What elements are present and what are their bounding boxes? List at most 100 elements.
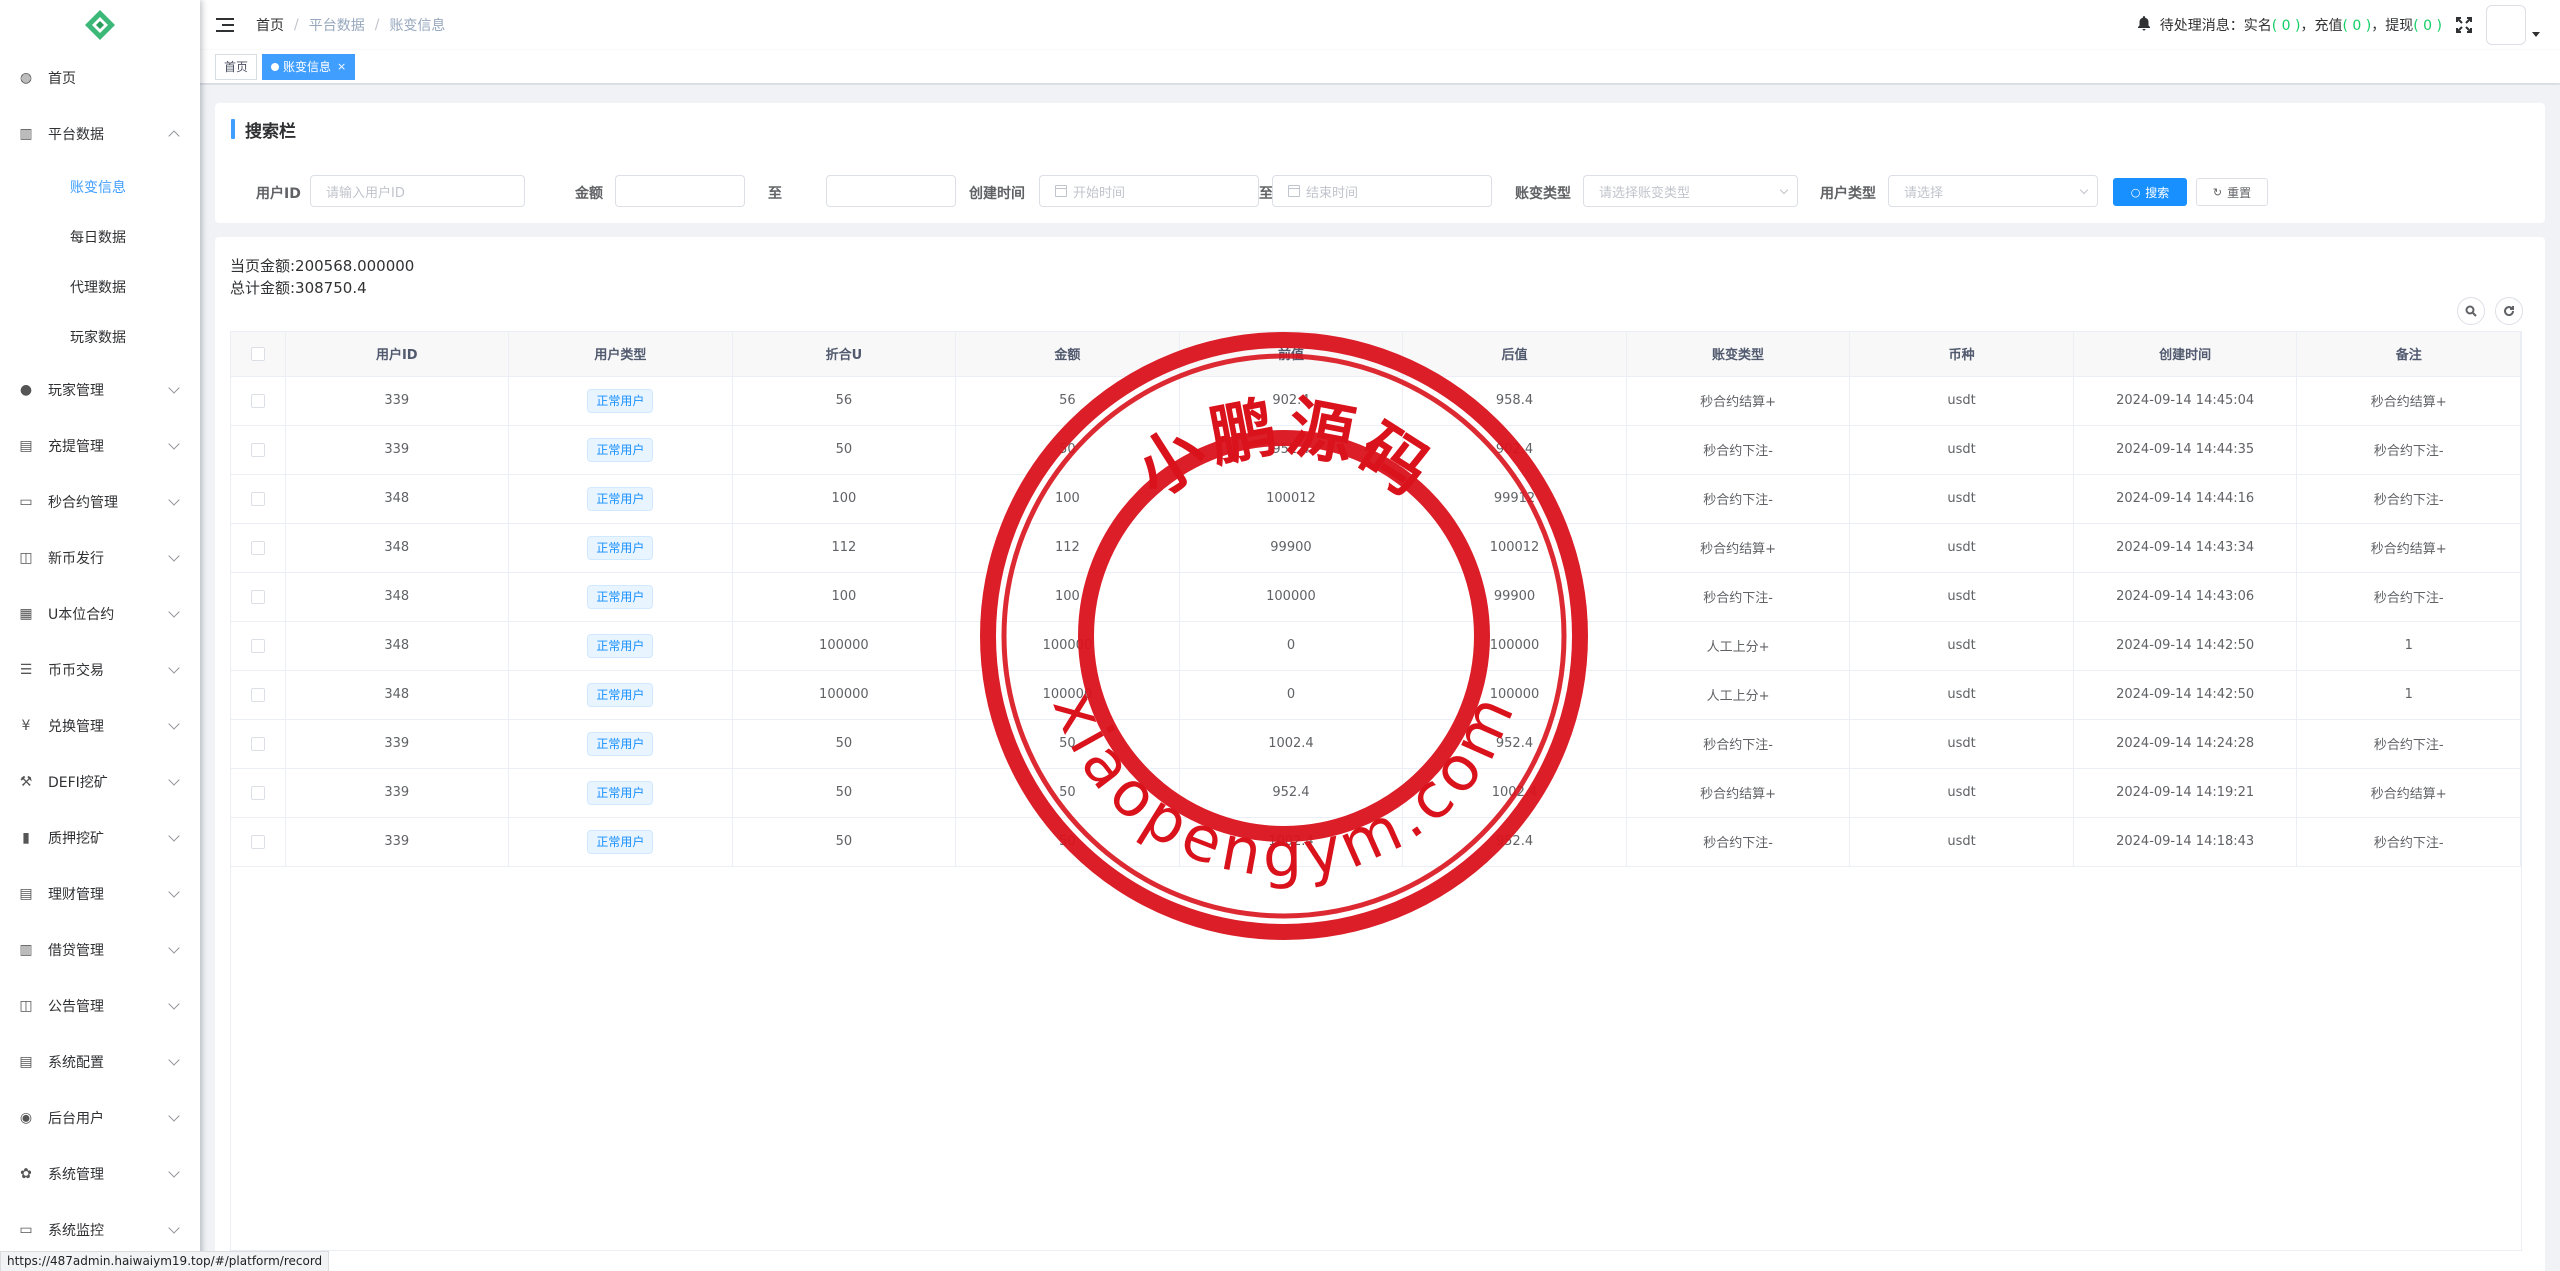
- record-table: 用户ID 用户类型 折合U 金额 前值 后值 账变类型 币种 创建时间 备注 339 正常用户 56 5…: [230, 331, 2522, 1251]
- sidebar-subitem[interactable]: 代理数据: [0, 262, 200, 312]
- tag-home[interactable]: 首页: [215, 53, 258, 80]
- caret-down-icon[interactable]: [2532, 31, 2540, 37]
- toggle-search-button[interactable]: [2457, 297, 2485, 325]
- column-header: 创建时间: [2073, 332, 2298, 377]
- table-cell: usdt: [1849, 376, 2074, 426]
- table-cell: usdt: [1849, 621, 2074, 671]
- breadcrumb-platform: 平台数据: [308, 18, 365, 34]
- table-row[interactable]: 339 正常用户 50 50 1002.4 952.4 秒合约下注-usdt 2024-09-…: [231, 817, 2521, 867]
- admin-user-icon: ◉: [19, 1110, 33, 1126]
- notice-deposit-label: 充值: [2314, 18, 2343, 34]
- sidebar-item[interactable]: ▮ 质押挖矿: [0, 810, 200, 866]
- table-cell: 秒合约下注-: [2296, 572, 2521, 622]
- grid-icon: ▦: [19, 606, 33, 622]
- table-row[interactable]: 348 正常用户 100000 100000 0 100000 人工上分+ usdt 2024-…: [231, 621, 2521, 671]
- table-row[interactable]: 348 正常用户 100 100 100012 99912 秒合约下注-usdt 2024-0…: [231, 474, 2521, 524]
- sidebar-item-label: 质押挖矿: [48, 831, 104, 847]
- table-cell: 348: [285, 523, 510, 573]
- select-all-checkbox[interactable]: [250, 346, 265, 361]
- table-row[interactable]: 339 正常用户 50 50 952.4 1002.4 秒合约结算+ usdt 2024-09-…: [231, 768, 2521, 818]
- end-time-input[interactable]: 结束时间: [1272, 175, 1492, 207]
- sidebar-subitem[interactable]: 玩家数据: [0, 312, 200, 362]
- hamburger-icon[interactable]: [216, 18, 234, 32]
- table-cell: 100: [732, 572, 957, 622]
- amount-label: 金额: [575, 186, 603, 202]
- user-type-badge: 正常用户: [587, 682, 654, 707]
- sidebar-item[interactable]: ◫ 新币发行: [0, 530, 200, 586]
- row-checkbox[interactable]: [250, 491, 265, 506]
- table-row[interactable]: 348 正常用户 112 112 99900 100012 秒合约结算+ usdt 2024-0…: [231, 523, 2521, 573]
- sidebar-item[interactable]: ◫ 公告管理: [0, 978, 200, 1034]
- avatar[interactable]: [2486, 5, 2526, 45]
- chevron-down-icon: [168, 1054, 180, 1066]
- sidebar-item[interactable]: ▭ 系统监控: [0, 1202, 200, 1258]
- sidebar-subitem[interactable]: 账变信息: [0, 162, 200, 212]
- sidebar-item[interactable]: ▥ 借贷管理: [0, 922, 200, 978]
- row-checkbox[interactable]: [250, 393, 265, 408]
- amount-max-input[interactable]: [826, 175, 956, 207]
- sidebar-item[interactable]: ▭ 秒合约管理: [0, 474, 200, 530]
- row-checkbox[interactable]: [250, 442, 265, 457]
- tag-record[interactable]: 账变信息 ×: [262, 53, 356, 80]
- sidebar-item[interactable]: ▥ 平台数据: [0, 106, 200, 162]
- breadcrumb-home[interactable]: 首页: [256, 15, 284, 35]
- sidebar-item[interactable]: ⚒ DEFI挖矿: [0, 754, 200, 810]
- reset-button[interactable]: ↻ 重置: [2196, 178, 2268, 206]
- sidebar-item[interactable]: ▤ 系统配置: [0, 1034, 200, 1090]
- sidebar-item[interactable]: ● 玩家管理: [0, 362, 200, 418]
- table-cell: 50: [732, 719, 957, 769]
- table-cell: 100: [955, 572, 1180, 622]
- user-icon: ●: [19, 382, 33, 398]
- start-time-input[interactable]: 开始时间: [1039, 175, 1259, 207]
- sidebar-subitem[interactable]: 每日数据: [0, 212, 200, 262]
- table-row[interactable]: 339 正常用户 50 50 952.4 902.4 秒合约下注-usdt 2024-09-1…: [231, 425, 2521, 475]
- table-cell: 2024-09-14 14:19:21: [2073, 768, 2298, 818]
- row-checkbox[interactable]: [250, 785, 265, 800]
- tags-view: 首页 账变信息 ×: [200, 50, 2560, 84]
- table-cell: 秒合约结算+: [2296, 768, 2521, 818]
- sidebar-item[interactable]: ▦ U本位合约: [0, 586, 200, 642]
- table-row[interactable]: 348 正常用户 100000 100000 0 100000 人工上分+ usdt 2024-…: [231, 670, 2521, 720]
- user-id-input[interactable]: 请输入用户ID: [310, 175, 525, 207]
- column-header: 折合U: [732, 332, 957, 377]
- row-checkbox[interactable]: [250, 540, 265, 555]
- table-row[interactable]: 339 正常用户 56 56 902.4 958.4 秒合约结算+ usdt 2024-09-1…: [231, 376, 2521, 426]
- sidebar-item[interactable]: ✿ 系统管理: [0, 1146, 200, 1202]
- notice-prefix: 待处理消息：: [2159, 18, 2244, 34]
- fullscreen-icon[interactable]: [2456, 17, 2472, 33]
- close-icon[interactable]: ×: [337, 55, 346, 79]
- deposit-icon: ▤: [19, 438, 33, 454]
- row-checkbox[interactable]: [250, 638, 265, 653]
- chevron-down-icon: [168, 550, 180, 562]
- app-root: ◍ 首页 ▥ 平台数据 账变信息 每日数据 代理数据 玩家数据 ● 玩家管理 ▤ 充提管理 ▭ 秒合约管理…: [0, 0, 2560, 1271]
- table-cell: 1002.4: [1179, 817, 1404, 867]
- sidebar-item[interactable]: ¥ 兑换管理: [0, 698, 200, 754]
- table-cell: 56: [732, 376, 957, 426]
- table-row[interactable]: 339 正常用户 50 50 1002.4 952.4 秒合约下注-usdt 2024-09-…: [231, 719, 2521, 769]
- row-checkbox[interactable]: [250, 589, 265, 604]
- sidebar-item[interactable]: ◉ 后台用户: [0, 1090, 200, 1146]
- row-checkbox[interactable]: [250, 687, 265, 702]
- sidebar-item[interactable]: ☰ 币币交易: [0, 642, 200, 698]
- table-cell: 秒合约结算+: [2296, 376, 2521, 426]
- user-type-select[interactable]: 请选择: [1888, 175, 2098, 207]
- amount-min-input[interactable]: [615, 175, 745, 207]
- user-type-badge: 正常用户: [587, 584, 654, 609]
- logo[interactable]: [0, 0, 200, 50]
- row-checkbox[interactable]: [250, 834, 265, 849]
- bell-icon[interactable]: [2136, 15, 2152, 35]
- row-checkbox[interactable]: [250, 736, 265, 751]
- table-cell: 正常用户: [508, 719, 733, 769]
- chevron-down-icon: [168, 1110, 180, 1122]
- pending-notice[interactable]: 待处理消息：实名( 0 )，充值( 0 )，提现( 0 ): [2160, 15, 2442, 35]
- sidebar-item[interactable]: ▤ 理财管理: [0, 866, 200, 922]
- table-cell: 348: [285, 474, 510, 524]
- platform-icon: ▥: [19, 126, 33, 142]
- search-button[interactable]: ○ 搜索: [2113, 178, 2187, 206]
- sidebar-item-label: U本位合约: [48, 607, 115, 623]
- sidebar-item[interactable]: ▤ 充提管理: [0, 418, 200, 474]
- table-row[interactable]: 348 正常用户 100 100 100000 99900 秒合约下注-usdt 2024-0…: [231, 572, 2521, 622]
- sidebar-item[interactable]: ◍ 首页: [0, 50, 200, 106]
- refresh-button[interactable]: [2495, 297, 2523, 325]
- change-type-select[interactable]: 请选择账变类型: [1583, 175, 1798, 207]
